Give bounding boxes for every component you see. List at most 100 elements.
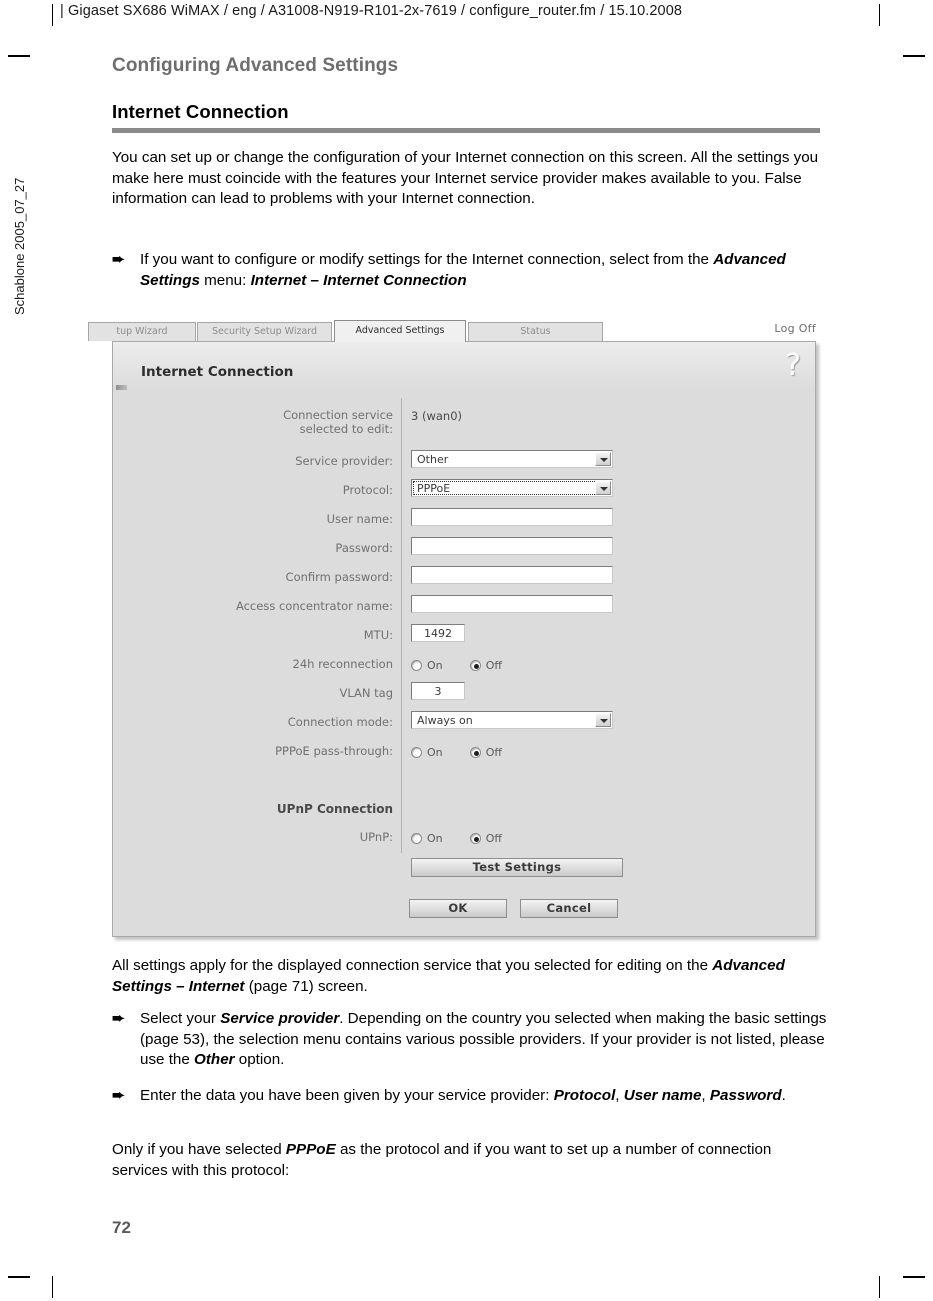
select-connection-mode-value: Always on bbox=[417, 714, 473, 727]
page-number: 72 bbox=[112, 1218, 131, 1237]
bullet3-text-post: . bbox=[781, 1087, 786, 1104]
final-emphasis: PPPoE bbox=[285, 1141, 336, 1158]
settings-panel: Internet Connection ? Connection service… bbox=[112, 341, 816, 937]
label-pppoe-pass-through: PPPoE pass-through: bbox=[275, 744, 393, 758]
intro-paragraph: You can set up or change the configurati… bbox=[112, 149, 819, 208]
radio-dot-icon bbox=[469, 660, 481, 671]
page-title: Internet Connection bbox=[112, 101, 289, 122]
bullet1-text-mid: menu: bbox=[199, 271, 251, 289]
bullet-item-3: ➨ Enter the data you have been given by … bbox=[112, 1086, 828, 1107]
radio-dot-icon bbox=[411, 833, 422, 844]
radio-24h-reconnection-on[interactable]: On bbox=[411, 659, 443, 672]
label-user-name: User name: bbox=[326, 512, 393, 526]
radio-pppoe-pass-through-off[interactable]: Off bbox=[469, 746, 502, 759]
bullet1-emphasis-2: Internet – Internet Connection bbox=[250, 271, 467, 289]
bullet-item-1: ➨ If you want to configure or modify set… bbox=[112, 250, 828, 291]
radio-label: Off bbox=[485, 659, 502, 672]
label-confirm-password: Confirm password: bbox=[285, 570, 393, 584]
bullet3-sep-1: , bbox=[615, 1087, 624, 1104]
mtu-input[interactable] bbox=[411, 624, 465, 642]
select-service-provider[interactable]: Other bbox=[411, 450, 613, 468]
form-row-upnp: UPnP: On Off bbox=[113, 828, 813, 856]
form-row-user-name: User name: bbox=[113, 508, 813, 538]
label-mtu: MTU: bbox=[363, 628, 393, 642]
form-row-vlan-tag: VLAN tag bbox=[113, 682, 813, 712]
form-row-upnp-group-title: UPnP Connection bbox=[113, 800, 813, 828]
arrow-icon: ➨ bbox=[112, 1010, 125, 1027]
select-connection-mode[interactable]: Always on bbox=[411, 711, 613, 729]
title-rule bbox=[112, 128, 820, 133]
form-row-test-settings: Test Settings bbox=[113, 858, 813, 886]
running-head: | Gigaset SX686 WiMAX / eng / A31008-N91… bbox=[60, 3, 683, 19]
vlan-tag-input[interactable] bbox=[411, 682, 465, 700]
select-protocol-value: PPPoE bbox=[417, 482, 451, 495]
group-title-upnp-connection: UPnP Connection bbox=[276, 802, 393, 816]
radio-pppoe-pass-through-on[interactable]: On bbox=[411, 746, 443, 759]
radio-24h-reconnection-off[interactable]: Off bbox=[469, 659, 502, 672]
form-row-actions: OK Cancel bbox=[113, 899, 813, 927]
after-text-pre: All settings apply for the displayed con… bbox=[112, 957, 713, 974]
tab-status[interactable]: Status bbox=[468, 322, 603, 341]
bullet3-emphasis-1: Protocol bbox=[553, 1087, 616, 1104]
radio-label: On bbox=[427, 832, 443, 845]
form-row-24h-reconnection: 24h reconnection On Off bbox=[113, 655, 813, 683]
bullet2-emphasis-1: Service provider bbox=[220, 1010, 340, 1027]
test-settings-button[interactable]: Test Settings bbox=[411, 858, 623, 877]
ok-button[interactable]: OK bbox=[409, 899, 507, 918]
value-connection-service: 3 (wan0) bbox=[411, 409, 463, 423]
form-row-service-provider: Service provider: Other bbox=[113, 450, 813, 480]
radio-label: Off bbox=[485, 832, 502, 845]
side-template-label: Schablone 2005_07_27 bbox=[12, 177, 27, 315]
crop-mark-bottom-left bbox=[52, 1276, 53, 1298]
password-input[interactable] bbox=[411, 537, 613, 555]
access-concentrator-name-input[interactable] bbox=[411, 595, 613, 613]
bullet2-text-pre: Select your bbox=[140, 1010, 221, 1027]
confirm-password-input[interactable] bbox=[411, 566, 613, 584]
chevron-down-icon[interactable] bbox=[595, 481, 611, 495]
label-upnp: UPnP: bbox=[359, 830, 393, 844]
radio-group-24h-reconnection: On Off bbox=[411, 654, 524, 673]
log-off-link[interactable]: Log Off bbox=[774, 322, 816, 335]
crop-mark-right bbox=[903, 55, 925, 57]
bullet2-emphasis-2: Other bbox=[194, 1051, 235, 1069]
radio-dot-icon bbox=[469, 747, 481, 758]
tab-advanced-settings[interactable]: Advanced Settings bbox=[334, 320, 466, 342]
form-row-confirm-password: Confirm password: bbox=[113, 566, 813, 596]
label-24h-reconnection: 24h reconnection bbox=[292, 657, 394, 671]
tab-bar: tup Wizard Security Setup Wizard Advance… bbox=[88, 320, 820, 342]
form-row-pppoe-pass-through: PPPoE pass-through: On Off bbox=[113, 742, 813, 770]
radio-upnp-on[interactable]: On bbox=[411, 832, 443, 845]
form-row-access-concentrator: Access concentrator name: bbox=[113, 595, 813, 625]
after-screenshot-paragraph: All settings apply for the displayed con… bbox=[112, 956, 828, 997]
radio-dot-icon bbox=[411, 747, 422, 758]
bullet3-sep-2: , bbox=[701, 1087, 710, 1104]
chevron-down-icon[interactable] bbox=[595, 452, 611, 466]
form-row-connection-mode: Connection mode: Always on bbox=[113, 711, 813, 741]
help-icon[interactable]: ? bbox=[785, 348, 801, 383]
user-name-input[interactable] bbox=[411, 508, 613, 526]
chapter-title: Configuring Advanced Settings bbox=[112, 55, 399, 76]
radio-label: On bbox=[427, 659, 443, 672]
cancel-button[interactable]: Cancel bbox=[520, 899, 618, 918]
label-connection-service-line2: selected to edit: bbox=[299, 422, 393, 436]
select-service-provider-value: Other bbox=[417, 453, 449, 466]
panel-title: Internet Connection bbox=[141, 364, 294, 380]
chevron-down-icon[interactable] bbox=[595, 713, 611, 727]
crop-mark-top-right bbox=[879, 4, 880, 26]
label-password: Password: bbox=[335, 541, 393, 555]
radio-dot-icon bbox=[411, 660, 422, 671]
tab-security-setup-wizard[interactable]: Security Setup Wizard bbox=[197, 322, 332, 341]
bullet-item-2: ➨ Select your Service provider. Dependin… bbox=[112, 1009, 828, 1071]
label-access-concentrator-name: Access concentrator name: bbox=[235, 599, 393, 613]
crop-mark-bottom-left-h bbox=[8, 1276, 30, 1278]
tab-setup-wizard[interactable]: tup Wizard bbox=[88, 322, 196, 341]
bullet3-emphasis-3: Password bbox=[709, 1087, 782, 1104]
label-service-provider: Service provider: bbox=[295, 454, 393, 468]
form-row-protocol: Protocol: PPPoE bbox=[113, 479, 813, 509]
radio-label: On bbox=[427, 746, 443, 759]
form-row-connection-service: Connection service selected to edit: 3 (… bbox=[113, 408, 813, 436]
select-protocol[interactable]: PPPoE bbox=[411, 479, 613, 497]
arrow-icon: ➨ bbox=[112, 1087, 125, 1104]
radio-upnp-off[interactable]: Off bbox=[469, 832, 502, 845]
crop-mark-left bbox=[8, 55, 30, 57]
